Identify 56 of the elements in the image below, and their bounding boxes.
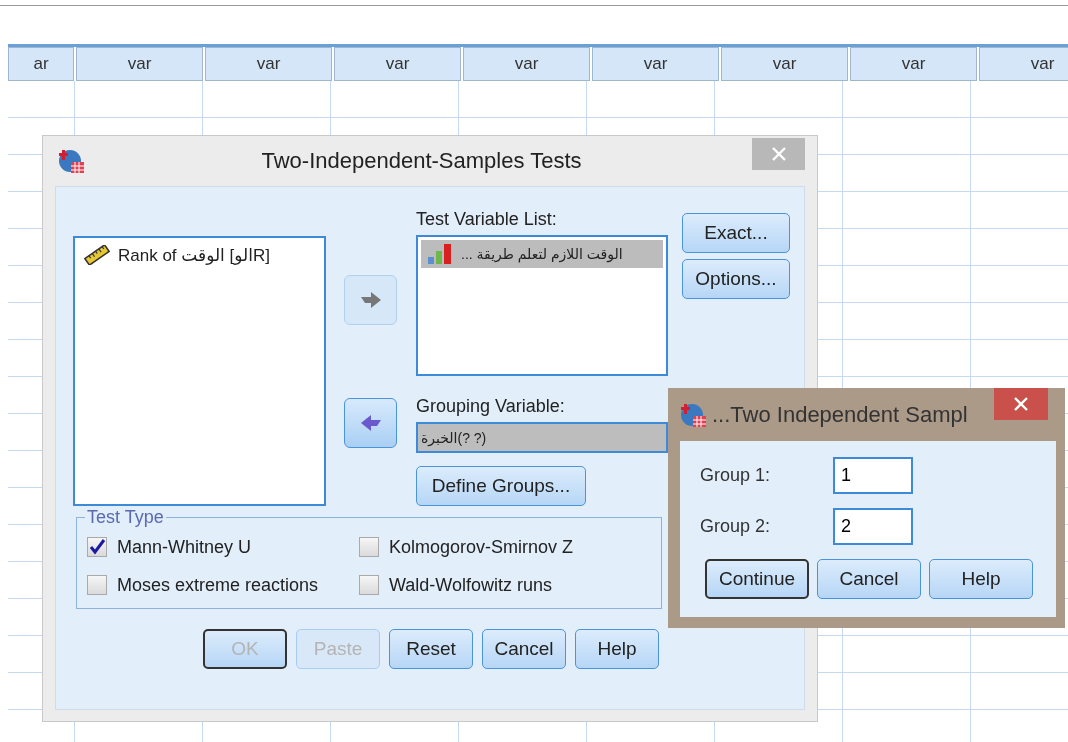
variable-name: الوقت اللازم لتعلم طريقة ... [461,246,623,262]
checkbox[interactable] [359,537,379,557]
field-label: Group 1: [700,465,772,486]
variable-item[interactable]: الوقت اللازم لتعلم طريقة ... [421,240,663,268]
checkbox[interactable] [359,575,379,595]
close-button[interactable] [994,388,1048,420]
field-label: Grouping Variable: [416,396,566,418]
group-input[interactable]: 1 [833,457,913,494]
column-header[interactable]: var [76,47,203,81]
dialog-button[interactable]: Reset [389,629,473,669]
column-header[interactable]: var [979,47,1068,81]
dialog-button[interactable]: Continue [705,559,809,599]
close-icon [770,146,787,162]
dialog-title: Two-Independent-Samples Tests [260,148,583,174]
column-header[interactable]: var [205,47,332,81]
column-header[interactable]: var [721,47,848,81]
checkbox-label: Mann-Whitney U [117,536,252,558]
test-checkbox[interactable]: Wald-Wolfowitz runs [359,570,619,600]
test-variable-list[interactable]: الوقت اللازم لتعلم طريقة ... [416,235,668,376]
left-arrow-icon [359,414,382,432]
variable-item[interactable]: Rank of الوقت [الوR] [78,241,321,269]
column-header[interactable]: var [463,47,590,81]
checkbox[interactable] [87,537,107,557]
move-button[interactable] [344,398,397,448]
column-header[interactable]: var [334,47,461,81]
group-title: Test Type [86,507,165,528]
dialog-button[interactable]: Exact... [682,213,790,253]
test-checkbox[interactable]: Mann-Whitney U [87,532,359,562]
define-groups-button[interactable]: Define Groups... [416,466,586,506]
bar-chart-icon [427,243,453,265]
grouping-variable-field[interactable]: الخبرة(? ?) [416,422,668,453]
dialog-button[interactable]: Cancel [482,629,566,669]
checkbox-label: Moses extreme reactions [117,574,319,596]
close-button[interactable] [752,138,805,170]
group-input[interactable]: 2 [833,508,913,545]
column-header[interactable]: var [592,47,719,81]
dialog-button[interactable]: Options... [682,259,790,299]
column-header[interactable]: ar [8,47,74,81]
dialog-title: ...Two Independent Sampl [712,401,968,428]
app-icon [58,147,86,175]
variable-name: Rank of الوقت [الوR] [118,244,270,266]
checkbox-label: Kolmogorov-Smirnov Z [389,536,574,558]
checkbox[interactable] [87,575,107,595]
list-label: Test Variable List: [416,209,558,231]
check-icon [88,538,106,556]
right-arrow-icon [359,291,382,309]
test-checkbox[interactable]: Kolmogorov-Smirnov Z [359,532,619,562]
test-checkbox[interactable]: Moses extreme reactions [87,570,359,600]
variable-list[interactable]: Rank of الوقت [الوR] [73,236,326,506]
close-icon [1013,396,1029,412]
column-header[interactable]: var [850,47,977,81]
field-label: Group 2: [700,516,772,537]
dialog-button[interactable]: Help [929,559,1033,599]
dialog-button[interactable]: Cancel [817,559,921,599]
dialog-button[interactable]: Help [575,629,659,669]
checkbox-label: Wald-Wolfowitz runs [389,574,553,596]
